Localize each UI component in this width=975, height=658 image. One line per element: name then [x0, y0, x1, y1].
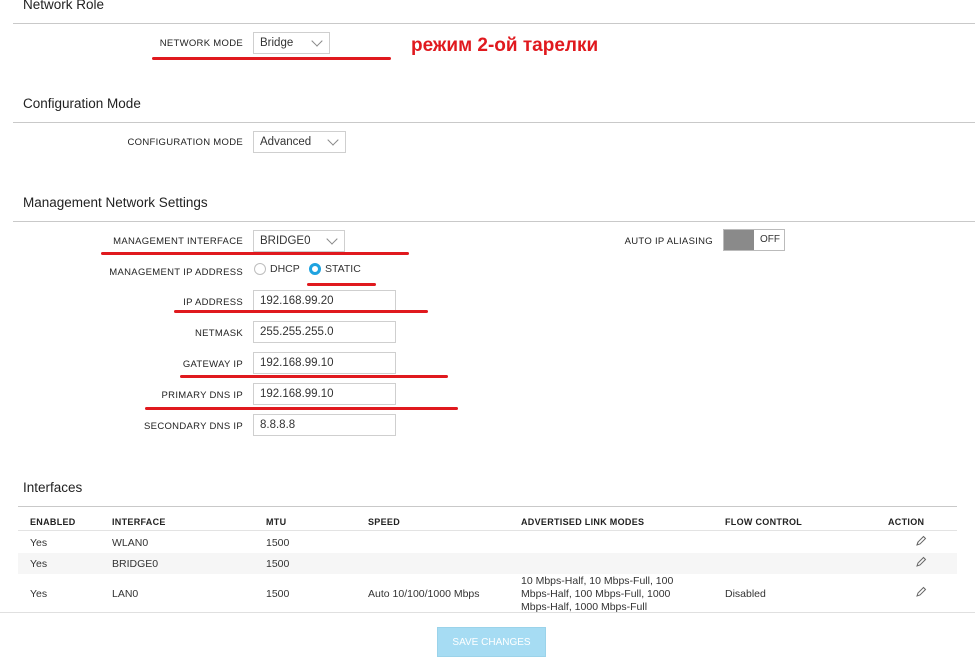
dhcp-radio-label[interactable]: DHCP — [270, 263, 300, 275]
primary-dns-input[interactable]: 192.168.99.10 — [253, 383, 396, 405]
red-underline — [174, 310, 428, 313]
chevron-down-icon — [311, 35, 323, 47]
gateway-ip-label: GATEWAY IP — [182, 359, 243, 370]
edit-pencil-icon[interactable] — [915, 586, 927, 598]
toggle-state: OFF — [760, 234, 780, 245]
static-radio[interactable] — [309, 263, 321, 275]
network-mode-label: NETWORK MODE — [159, 38, 243, 49]
table-cell-enabled: Yes — [30, 588, 48, 600]
auto-ip-aliasing-toggle[interactable]: OFF — [723, 229, 785, 251]
divider — [13, 221, 975, 222]
table-cell-enabled: Yes — [30, 558, 48, 570]
configuration-mode-label: CONFIGURATION MODE — [127, 137, 243, 148]
management-interface-label: MANAGEMENT INTERFACE — [113, 236, 243, 247]
netmask-input[interactable]: 255.255.255.0 — [253, 321, 396, 343]
section-title-management-network: Management Network Settings — [23, 195, 208, 210]
table-cell-interface: LAN0 — [112, 588, 139, 600]
table-cell-link-modes-line: Mbps-Half, 100 Mbps-Full, 1000 — [521, 588, 671, 600]
table-cell-mtu: 1500 — [266, 588, 290, 600]
divider — [18, 530, 957, 531]
secondary-dns-input[interactable]: 8.8.8.8 — [253, 414, 396, 436]
divider — [13, 122, 975, 123]
red-underline — [152, 57, 391, 60]
section-title-configuration-mode: Configuration Mode — [23, 96, 141, 111]
configuration-mode-select[interactable]: Advanced — [253, 131, 346, 153]
red-underline — [101, 252, 409, 255]
column-header-link-modes: ADVERTISED LINK MODES — [521, 517, 645, 527]
table-cell-mtu: 1500 — [266, 558, 290, 570]
section-title-network-role: Network Role — [23, 0, 105, 12]
save-changes-button[interactable]: SAVE CHANGES — [437, 627, 546, 657]
red-underline — [180, 375, 448, 378]
table-cell-mtu: 1500 — [266, 537, 290, 549]
configuration-mode-value: Advanced — [260, 136, 312, 148]
red-underline — [307, 283, 376, 286]
table-cell-interface: WLAN0 — [112, 537, 149, 549]
table-cell-flow: Disabled — [725, 588, 766, 600]
network-mode-value: Bridge — [260, 37, 294, 49]
auto-ip-aliasing-label: AUTO IP ALIASING — [624, 236, 713, 247]
network-mode-select[interactable]: Bridge — [253, 32, 330, 54]
table-cell-speed: Auto 10/100/1000 Mbps — [368, 588, 480, 600]
red-underline — [145, 407, 458, 410]
table-row — [18, 553, 957, 574]
table-cell-link-modes-line: 10 Mbps-Half, 10 Mbps-Full, 100 — [521, 575, 674, 587]
column-header-enabled: ENABLED — [30, 517, 76, 527]
table-cell-enabled: Yes — [30, 537, 48, 549]
column-header-speed: SPEED — [368, 517, 401, 527]
management-interface-value: BRIDGE0 — [260, 235, 311, 247]
gateway-ip-input[interactable]: 192.168.99.10 — [253, 352, 396, 374]
primary-dns-label: PRIMARY DNS IP — [161, 390, 243, 401]
chevron-down-icon — [327, 134, 339, 146]
divider — [0, 612, 975, 613]
secondary-dns-label: SECONDARY DNS IP — [144, 421, 243, 432]
column-header-flow-control: FLOW CONTROL — [725, 517, 803, 527]
table-cell-interface: BRIDGE0 — [112, 558, 159, 570]
dhcp-radio[interactable] — [254, 263, 266, 275]
column-header-action: ACTION — [888, 517, 925, 527]
edit-pencil-icon[interactable] — [915, 535, 927, 547]
column-header-interface: INTERFACE — [112, 517, 166, 527]
ip-address-label: IP ADDRESS — [183, 297, 243, 308]
divider — [13, 23, 975, 24]
static-radio-label[interactable]: STATIC — [325, 263, 361, 275]
annotation-text: режим 2-ой тарелки — [411, 35, 599, 56]
divider — [18, 506, 957, 507]
section-title-interfaces: Interfaces — [23, 480, 83, 495]
edit-pencil-icon[interactable] — [915, 556, 927, 568]
chevron-down-icon — [326, 233, 338, 245]
ip-address-input[interactable]: 192.168.99.20 — [253, 290, 396, 312]
management-ip-address-label: MANAGEMENT IP ADDRESS — [109, 267, 243, 278]
toggle-knob — [724, 230, 754, 250]
netmask-label: NETMASK — [194, 328, 243, 339]
column-header-mtu: MTU — [266, 517, 287, 527]
management-interface-select[interactable]: BRIDGE0 — [253, 230, 345, 252]
